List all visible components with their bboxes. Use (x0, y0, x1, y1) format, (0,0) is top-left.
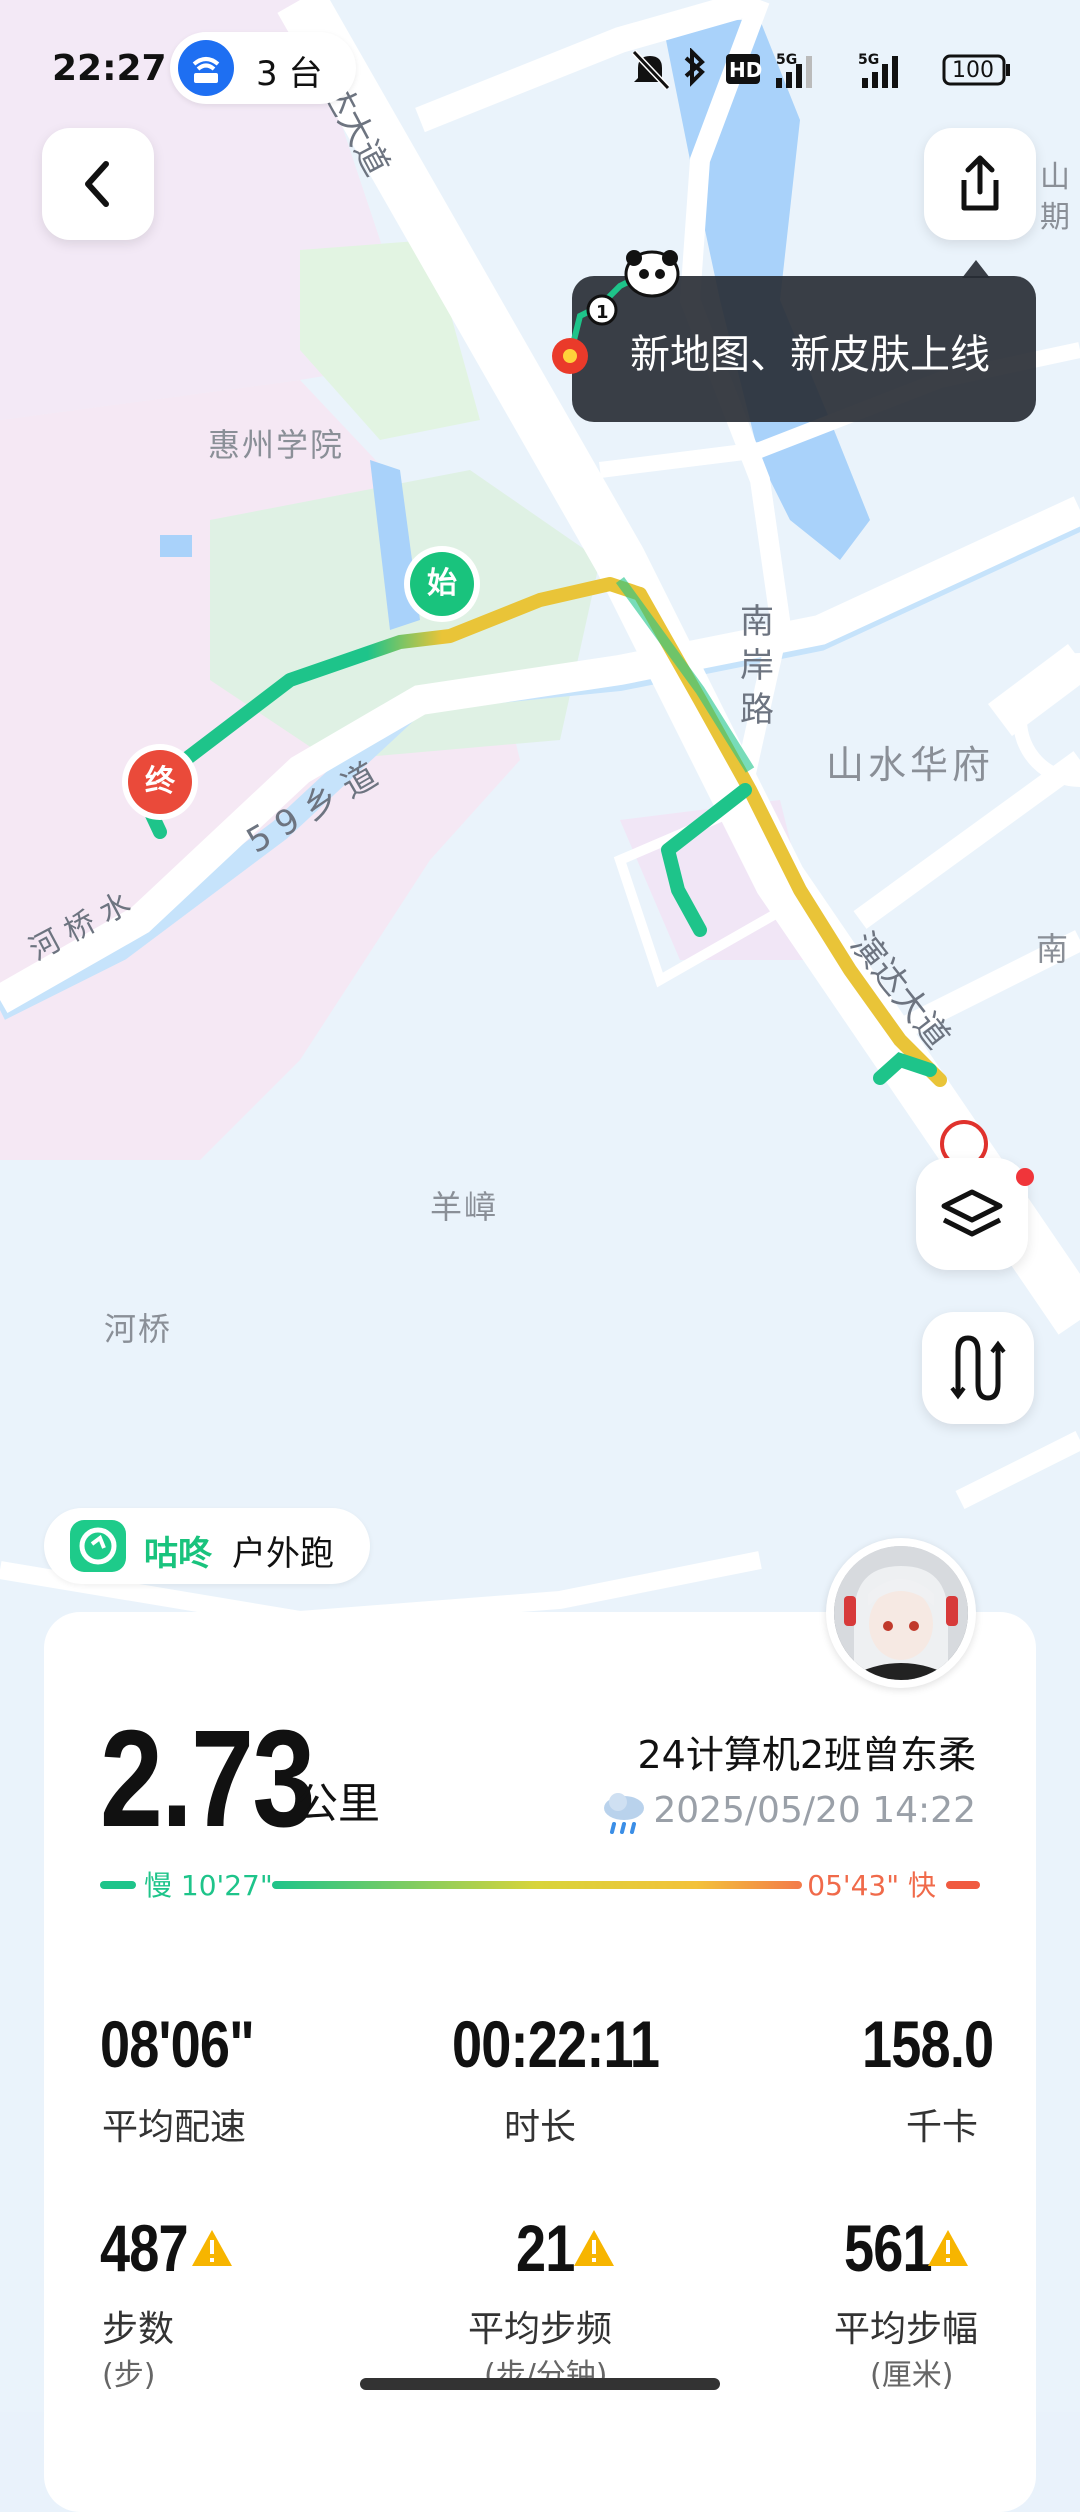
map-label-nan-an-road: 南 岸 路 (740, 602, 774, 730)
stride-value: 561 (844, 2211, 933, 2285)
signal-5g-icon-2: 5G (858, 52, 898, 88)
steps-label: 步数 (102, 2309, 175, 2350)
map-label-shan-qi: 山 期 (1040, 160, 1072, 235)
hotspot-icon (178, 40, 234, 96)
avatar-image (834, 1546, 968, 1680)
route-icon (950, 1335, 1006, 1401)
duration-value: 00:22:11 (452, 2007, 660, 2081)
avg-pace-value: 08'06" (100, 2007, 255, 2081)
layers-icon (941, 1189, 1003, 1237)
calories-label: 千卡 (906, 2107, 979, 2148)
tooltip-text: 新地图、新皮肤上线 (630, 332, 990, 378)
map-label-heqiao: 河桥 (104, 1310, 173, 1348)
rain-cloud-icon (604, 1793, 644, 1834)
calories-value: 158.0 (862, 2007, 994, 2081)
home-indicator[interactable] (360, 2378, 720, 2390)
cadence-value: 21 (516, 2211, 575, 2285)
cadence-warning-icon[interactable] (572, 2228, 616, 2268)
svg-text:1: 1 (596, 302, 609, 323)
route-end-marker[interactable]: 终 (128, 750, 192, 814)
brand-name: 咕咚 (144, 1534, 212, 1574)
distance-value: 2.73 (100, 1702, 315, 1856)
stride-unit: (厘米) (870, 2358, 954, 2393)
signal-5g-icon-1: 5G (776, 52, 812, 88)
chevron-left-icon (85, 161, 109, 207)
avg-pace-label: 平均配速 (102, 2107, 247, 2148)
map-label-yangzhang: 羊嶂 (430, 1188, 499, 1226)
map-label-huizhou-college: 惠州学院 (208, 426, 345, 464)
distance-unit: 公里 (296, 1779, 381, 1828)
map-label-shanshui-huafu: 山水华府 (826, 743, 995, 787)
tooltip-pointer (962, 260, 990, 278)
steps-warning-icon[interactable] (190, 2228, 234, 2268)
stride-warning-icon[interactable] (926, 2228, 970, 2268)
battery-level: 100 (952, 58, 994, 83)
cadence-label: 平均步频 (468, 2309, 613, 2350)
route-replay-button[interactable] (922, 1312, 1034, 1424)
layers-notification-dot (1016, 1168, 1034, 1186)
activity-type: 户外跑 (232, 1534, 334, 1574)
svg-text:5G: 5G (858, 52, 879, 68)
activity-datetime: 2025/05/20 14:22 (653, 1790, 976, 1831)
hotspot-count: 3 台 (256, 54, 323, 94)
steps-value: 487 (100, 2211, 189, 2285)
share-icon (961, 155, 999, 211)
user-name: 24计算机2班曾东柔 (637, 1733, 976, 1777)
app-brand-pill: 咕咚 户外跑 (44, 1508, 370, 1584)
route-start-marker[interactable]: 始 (410, 552, 474, 616)
status-time: 22:27 (52, 48, 167, 89)
avatar[interactable] (826, 1538, 976, 1688)
svg-text:HD: HD (729, 58, 762, 82)
bluetooth-icon (684, 48, 705, 87)
hotspot-pill[interactable]: 3 台 (170, 32, 356, 104)
svg-text:5G: 5G (776, 52, 797, 68)
route-skin-icon: 1 (552, 250, 680, 374)
codoon-logo-icon (70, 1520, 126, 1572)
map-layers-button[interactable] (916, 1158, 1028, 1270)
steps-unit: (步) (102, 2358, 156, 2393)
stride-label: 平均步幅 (834, 2309, 979, 2350)
duration-label: 时长 (504, 2107, 577, 2148)
map-label-nan-edge: 南 (1036, 930, 1071, 968)
pace-fast-label: 05'43" 快 (807, 1869, 936, 1902)
share-button[interactable] (924, 128, 1036, 240)
back-button[interactable] (42, 128, 154, 240)
pace-slow-label: 慢 10'27" (144, 1869, 273, 1902)
mute-icon (631, 49, 671, 91)
